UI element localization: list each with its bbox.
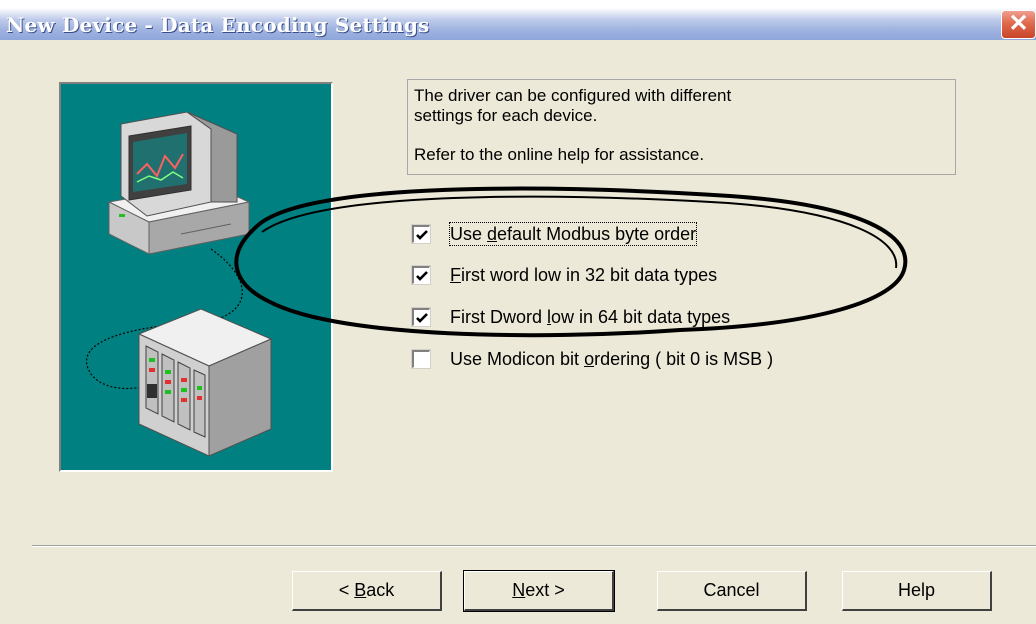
computer-icon (107, 111, 251, 255)
device-illustration (59, 82, 333, 472)
default-byte-order-checkbox[interactable] (411, 224, 431, 244)
info-panel: The driver can be configured with differ… (407, 79, 956, 175)
close-icon: ✕ (1008, 10, 1029, 37)
first-dword-low-checkbox[interactable] (411, 307, 431, 327)
help-hint-text: Refer to the online help for assistance. (414, 145, 705, 164)
help-button[interactable]: Help (842, 571, 992, 611)
modicon-bit-ordering-label: Use Modicon bit ordering ( bit 0 is MSB … (450, 349, 774, 369)
title-bar[interactable]: New Device - Data Encoding Settings ✕ (0, 0, 1036, 40)
modicon-bit-ordering-checkbox[interactable] (411, 349, 431, 369)
default-byte-order-label: Use default Modbus byte order (448, 222, 698, 246)
window-title: New Device - Data Encoding Settings (6, 13, 430, 37)
dialog-window: New Device - Data Encoding Settings ✕ Th… (0, 0, 1036, 624)
checkmark-icon (416, 230, 428, 240)
info-text-line: settings for each device. (414, 106, 598, 125)
info-text-line: The driver can be configured with differ… (414, 86, 732, 105)
first-dword-low-label: First Dword low in 64 bit data types (450, 307, 731, 327)
close-button[interactable]: ✕ (1001, 10, 1036, 39)
back-button[interactable]: < Back (292, 571, 442, 611)
dialog-body: The driver can be configured with differ… (0, 40, 1036, 624)
device-rack-icon (137, 308, 273, 457)
checkmark-icon (416, 271, 428, 281)
separator (32, 545, 1036, 547)
cancel-button[interactable]: Cancel (657, 571, 807, 611)
next-button[interactable]: Next > (463, 570, 615, 612)
first-word-low-checkbox[interactable] (411, 265, 431, 285)
checkmark-icon (416, 313, 428, 323)
first-word-low-label: First word low in 32 bit data types (450, 265, 718, 285)
